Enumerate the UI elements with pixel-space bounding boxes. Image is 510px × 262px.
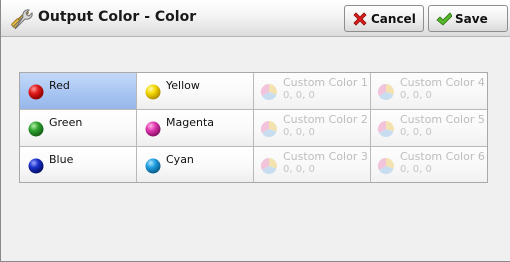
custom-color-2: Custom Color 2 0, 0, 0 (254, 110, 371, 147)
color-option-blue[interactable]: Blue (20, 147, 137, 182)
custom-color-value: 0, 0, 0 (400, 127, 432, 138)
page-title: Output Color - Color (38, 9, 197, 25)
color-option-yellow[interactable]: Yellow (137, 73, 254, 110)
color-wheel-icon (260, 83, 277, 101)
color-label: Red (49, 79, 70, 92)
tools-icon (11, 9, 33, 30)
custom-color-label: Custom Color 6 (400, 150, 485, 163)
color-label: Blue (49, 153, 74, 166)
custom-color-6: Custom Color 6 0, 0, 0 (371, 147, 487, 182)
color-wheel-icon (260, 157, 277, 175)
blue-color-icon (28, 158, 44, 174)
color-wheel-icon (377, 157, 394, 175)
color-label: Green (49, 116, 83, 129)
custom-color-value: 0, 0, 0 (283, 127, 315, 138)
color-label: Magenta (166, 116, 215, 129)
color-option-green[interactable]: Green (20, 110, 137, 147)
custom-color-value: 0, 0, 0 (283, 164, 315, 175)
custom-color-3: Custom Color 3 0, 0, 0 (254, 147, 371, 182)
color-label: Cyan (166, 153, 194, 166)
color-label: Yellow (166, 79, 200, 92)
custom-color-5: Custom Color 5 0, 0, 0 (371, 110, 487, 147)
color-wheel-icon (377, 120, 394, 138)
custom-color-1: Custom Color 1 0, 0, 0 (254, 73, 371, 110)
color-wheel-icon (260, 120, 277, 138)
custom-color-label: Custom Color 5 (400, 113, 485, 126)
custom-color-label: Custom Color 4 (400, 76, 485, 89)
custom-color-value: 0, 0, 0 (283, 90, 315, 101)
color-option-red[interactable]: Red (20, 73, 137, 110)
title-bar: Output Color - Color Cancel Save (1, 0, 510, 37)
custom-color-value: 0, 0, 0 (400, 164, 432, 175)
cancel-label: Cancel (371, 12, 416, 26)
color-option-cyan[interactable]: Cyan (137, 147, 254, 182)
color-option-magenta[interactable]: Magenta (137, 110, 254, 147)
custom-color-4: Custom Color 4 0, 0, 0 (371, 73, 487, 110)
custom-color-value: 0, 0, 0 (400, 90, 432, 101)
green-color-icon (28, 121, 44, 137)
cancel-button[interactable]: Cancel (344, 5, 424, 32)
cyan-color-icon (145, 158, 161, 174)
yellow-color-icon (145, 84, 161, 100)
save-label: Save (455, 12, 488, 26)
red-x-icon (353, 12, 367, 26)
save-button[interactable]: Save (428, 5, 508, 32)
red-color-icon (28, 84, 44, 100)
custom-color-label: Custom Color 2 (283, 113, 368, 126)
color-grid: Red Green Blue Yellow Magenta Cyan Custo… (19, 72, 488, 183)
color-wheel-icon (377, 83, 394, 101)
magenta-color-icon (145, 121, 161, 137)
dialog-window: Output Color - Color Cancel Save Red Gre… (0, 0, 510, 262)
custom-color-label: Custom Color 3 (283, 150, 368, 163)
green-check-icon (436, 12, 452, 26)
custom-color-label: Custom Color 1 (283, 76, 368, 89)
